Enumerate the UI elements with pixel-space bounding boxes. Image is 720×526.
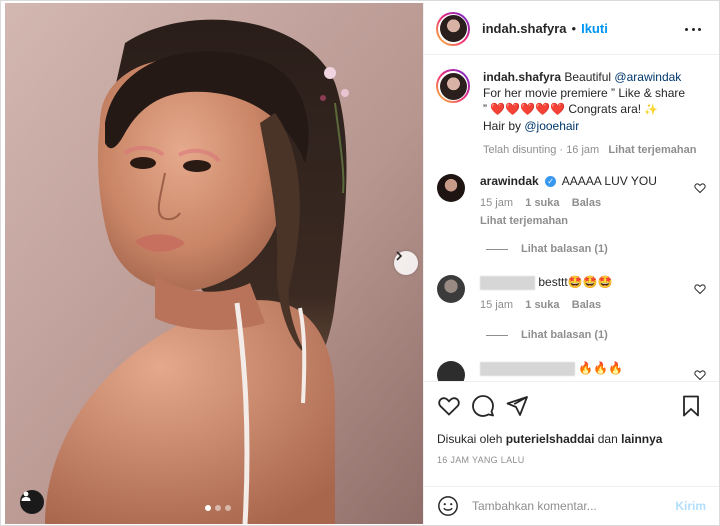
caption-username[interactable]: indah.shafyra (483, 70, 561, 84)
avatar[interactable] (436, 11, 470, 46)
edited-label: Telah disunting (483, 144, 557, 156)
comment-text: 🔥🔥🔥 (578, 361, 624, 375)
more-horizontal-icon[interactable] (685, 21, 701, 37)
heart-icon[interactable] (694, 182, 706, 194)
translate-link[interactable]: Lihat terjemahan (608, 144, 696, 156)
comment-age: 15 jam (480, 298, 514, 311)
next-photo-button[interactable] (394, 251, 418, 275)
comments-list[interactable]: indah.shafyra Beautiful @arawindak For h… (424, 56, 719, 381)
separator: • (571, 21, 577, 36)
caption-age: 16 jam (566, 144, 600, 156)
liked-by-label: Disukai oleh (437, 432, 503, 446)
comment-icon[interactable] (471, 394, 495, 418)
verified-badge-icon: ✓ (545, 176, 557, 188)
list-item: besttt🤩🤩🤩 15 jam 1 suka Balas (437, 275, 707, 311)
user-icon (21, 491, 31, 501)
carousel-indicator (205, 505, 231, 511)
avatar[interactable] (437, 361, 465, 381)
heart-icon[interactable] (694, 369, 706, 381)
avatar[interactable] (437, 174, 465, 202)
comment-username[interactable]: arawindak (480, 174, 539, 188)
caption-text: Beautiful (564, 70, 615, 84)
avatar[interactable] (436, 69, 470, 103)
post-dialog: indah.shafyra • Ikuti indah.shafyra Beau… (0, 0, 720, 526)
heart-icon[interactable] (437, 394, 461, 418)
post-image[interactable] (5, 3, 423, 524)
liked-by-user[interactable]: puterielshaddai (506, 432, 595, 446)
comment-text: AAAAA LUV YOU (561, 174, 657, 188)
caption-line: For her movie premiere ” Like & share (483, 86, 686, 100)
post-timestamp: 16 JAM YANG LALU (437, 455, 525, 465)
post-actions: Disukai oleh puterielshaddai dan lainnya… (424, 381, 719, 524)
post-username[interactable]: indah.shafyra (482, 21, 567, 36)
chevron-right-icon (396, 251, 403, 261)
heart-icon[interactable] (694, 283, 706, 295)
list-item: arawindak ✓ AAAAA LUV YOU 15 jam 1 suka … (437, 174, 707, 227)
liked-by-others[interactable]: lainnya (621, 432, 662, 446)
comment-input[interactable] (472, 499, 657, 513)
post-sidebar: indah.shafyra • Ikuti indah.shafyra Beau… (423, 3, 719, 524)
comment-text: besttt🤩🤩🤩 (538, 275, 613, 289)
comment-likes[interactable]: 1 suka (525, 197, 559, 209)
reply-button[interactable]: Balas (572, 299, 601, 311)
post-comment-button[interactable]: Kirim (675, 499, 706, 513)
carousel-dot (225, 505, 231, 511)
carousel-dot (215, 505, 221, 511)
caption-hair-mention[interactable]: @jooehair (524, 119, 579, 133)
carousel-dot (205, 505, 211, 511)
translate-link[interactable]: Lihat terjemahan (480, 215, 690, 227)
emoji-icon[interactable] (437, 495, 459, 517)
caption-line: Hair by (483, 119, 525, 133)
liked-by-and: dan (597, 432, 618, 446)
redacted-username (480, 275, 535, 290)
portrait-photo (5, 3, 423, 524)
avatar[interactable] (437, 275, 465, 303)
comment-likes[interactable]: 1 suka (525, 299, 559, 311)
reply-button[interactable]: Balas (572, 197, 601, 209)
list-item: 🔥🔥🔥 (437, 361, 707, 381)
follow-button[interactable]: Ikuti (581, 21, 608, 36)
separator: · (559, 144, 564, 156)
add-comment-bar: Kirim (424, 486, 719, 525)
send-icon[interactable] (505, 394, 529, 418)
comment-age: 15 jam (480, 197, 514, 209)
view-replies-button[interactable]: Lihat balasan (1) (486, 243, 608, 255)
redacted-username (480, 361, 575, 376)
post-header: indah.shafyra • Ikuti (424, 3, 719, 55)
caption-mention[interactable]: @arawindak (614, 70, 681, 84)
bookmark-icon[interactable] (679, 394, 703, 418)
sparkle-icon: ✨ (644, 104, 659, 116)
likes-summary: Disukai oleh puterielshaddai dan lainnya (437, 432, 662, 446)
caption: indah.shafyra Beautiful @arawindak For h… (436, 69, 706, 158)
view-replies-button[interactable]: Lihat balasan (1) (486, 329, 608, 341)
caption-line: ” ❤️❤️❤️❤️❤️ Congrats ara! (483, 102, 645, 116)
tagged-users-button[interactable] (20, 490, 44, 514)
